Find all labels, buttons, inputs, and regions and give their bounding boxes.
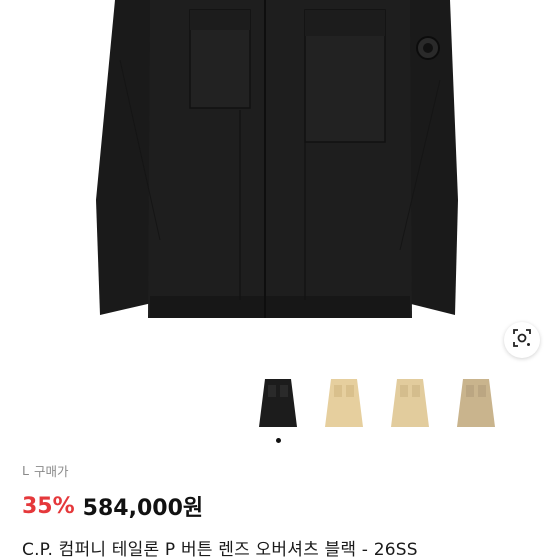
thumbnail-beige-3[interactable] [453,374,499,434]
thumbnail-beige-2[interactable] [387,374,433,434]
thumbnail-indicator [255,438,301,444]
product-title: C.P. 컴퍼니 테일론 P 버튼 렌즈 오버셔츠 블랙 - 26SS [22,540,418,560]
thumbnail-strip [255,374,499,434]
jacket-thumb-icon [259,379,297,427]
product-main-image[interactable] [0,0,554,355]
size-label: L [22,463,29,478]
jacket-thumb-icon [325,379,363,427]
price-line: 35% 584,000원 [22,490,203,522]
active-indicator-dot [275,438,281,443]
discount-rate: 35% [22,493,75,519]
lens-search-button[interactable] [504,322,540,358]
jacket-image [96,0,458,318]
jacket-thumb-icon [457,379,495,427]
thumbnail-black[interactable] [255,374,301,434]
lens-search-icon [511,327,533,353]
thumbnail-beige-1[interactable] [321,374,367,434]
product-price: 584,000원 [82,496,204,521]
purchase-size-line: L 구매가 [22,461,68,480]
jacket-thumb-icon [391,379,429,427]
buy-label: 구매가 [33,464,69,479]
